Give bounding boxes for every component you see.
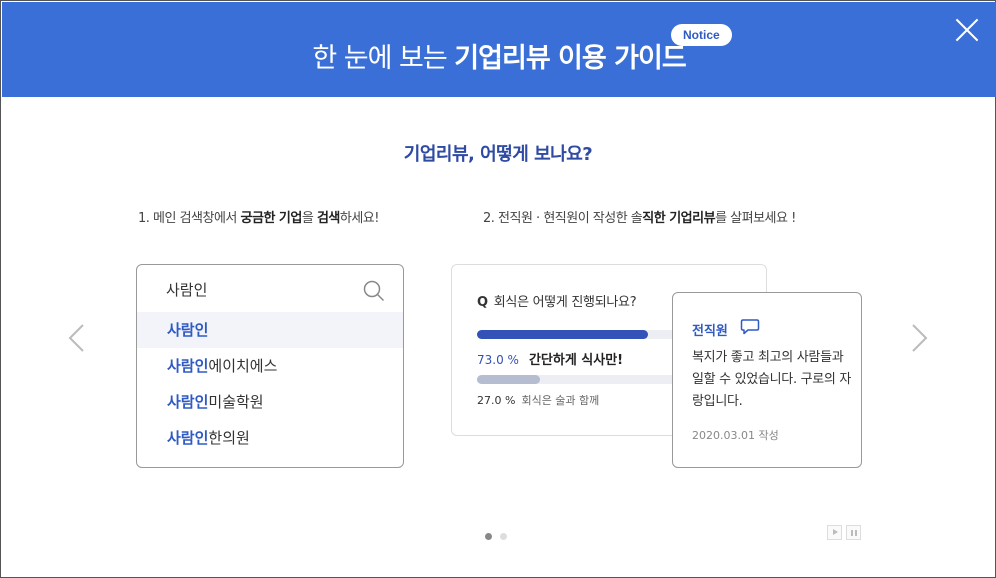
- modal-header: 한 눈에 보는 기업리뷰 이용 가이드 Notice: [2, 2, 996, 97]
- section-title: 기업리뷰, 어떻게 보나요?: [403, 144, 593, 165]
- guide-modal: 한 눈에 보는 기업리뷰 이용 가이드 Notice 기업리뷰, 어떻게 보나요…: [0, 0, 996, 578]
- search-input[interactable]: 사람인: [166, 279, 207, 300]
- search-suggestion[interactable]: 사람인미술학원: [137, 384, 403, 420]
- slide-indicators: [485, 525, 515, 544]
- poll-bar-fill: [477, 330, 648, 339]
- chevron-right-icon: [912, 324, 928, 352]
- poll-bar-fill: [477, 375, 541, 384]
- search-demo-box: 사람인 사람인 사람인에이치에스 사람인미술학원 사람인한의원: [136, 264, 404, 468]
- search-suggestion[interactable]: 사람인에이치에스: [137, 348, 403, 384]
- prev-slide-button[interactable]: [67, 323, 87, 353]
- close-button[interactable]: [955, 18, 979, 42]
- search-suggestion[interactable]: 사람인한의원: [137, 420, 403, 456]
- search-icon[interactable]: [363, 280, 385, 302]
- review-date: 2020.03.01 작성: [692, 429, 779, 442]
- review-card: 전직원 복지가 좋고 최고의 사람들과 일할 수 있었습니다. 구로의 자랑입니…: [672, 292, 862, 468]
- pause-button[interactable]: [846, 525, 861, 540]
- step-2-text: 2. 전직원 · 현직원이 작성한 솔직한 기업리뷰를 살펴보세요 !: [483, 211, 796, 226]
- next-slide-button[interactable]: [909, 323, 929, 353]
- poll-question: Q 회식은 어떻게 진행되나요?: [477, 295, 637, 310]
- play-button[interactable]: [827, 525, 842, 540]
- review-author: 전직원: [692, 324, 728, 339]
- slide-dot[interactable]: [500, 533, 507, 540]
- title-light: 한 눈에 보는: [312, 43, 447, 74]
- chat-bubble-icon: [740, 319, 760, 335]
- modal-title: 한 눈에 보는 기업리뷰 이용 가이드: [2, 36, 996, 79]
- review-text: 복지가 좋고 최고의 사람들과 일할 수 있었습니다. 구로의 자랑입니다.: [692, 350, 852, 409]
- poll-answer-2: 27.0 % 회식은 술과 함께: [477, 394, 600, 407]
- slide-dot-active[interactable]: [485, 533, 492, 540]
- title-bold: 기업리뷰 이용 가이드: [452, 36, 691, 79]
- chevron-left-icon: [68, 324, 84, 352]
- step-1-text: 1. 메인 검색창에서 궁금한 기업을 검색하세요!: [138, 211, 379, 226]
- search-input-row: 사람인: [137, 265, 403, 312]
- poll-answer-1: 73.0 % 간단하게 식사만!: [477, 353, 624, 368]
- search-suggestion[interactable]: 사람인: [137, 312, 403, 348]
